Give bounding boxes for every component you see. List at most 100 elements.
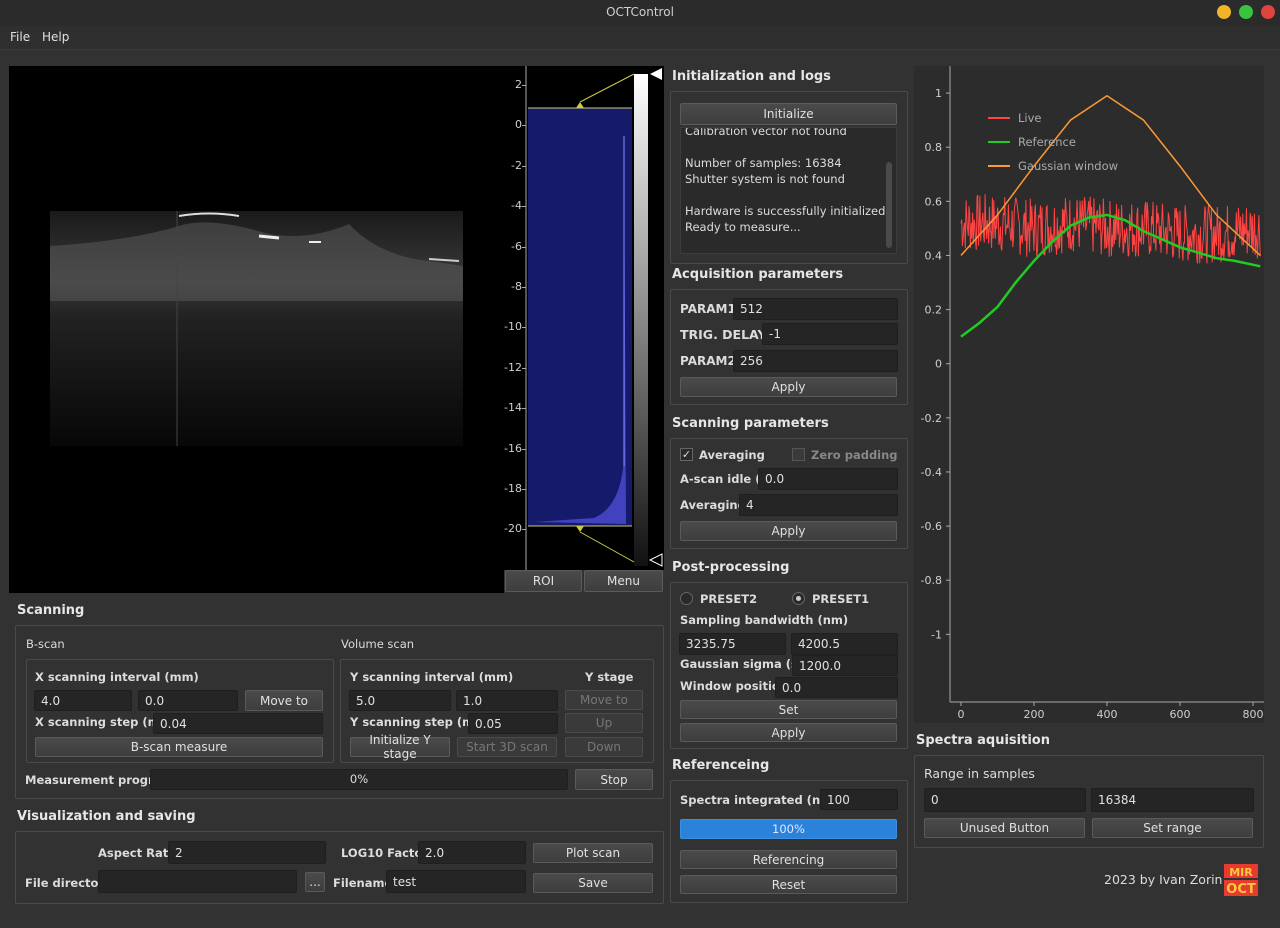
bscan-measure-button[interactable]: B-scan measure — [35, 737, 323, 757]
histogram-tick-label: -14 — [504, 401, 522, 415]
bscan-image-view[interactable] — [9, 66, 504, 593]
x-tick-label: 600 — [1170, 708, 1191, 721]
histogram-tick-mark — [522, 529, 526, 531]
range-max-input[interactable]: 16384 — [1091, 788, 1254, 812]
maximize-button[interactable] — [1239, 5, 1253, 19]
roi-button[interactable]: ROI — [505, 570, 582, 592]
histogram-tick-label: 2 — [515, 78, 522, 91]
histogram-panel[interactable]: 2 0 -2 -4 -6 -8 -10 -12 -14 -16 -18 -20 — [504, 66, 664, 570]
x-start-input[interactable]: 4.0 — [34, 690, 132, 711]
range-min-input[interactable]: 0 — [924, 788, 1086, 812]
measurement-progress-text: 0% — [349, 772, 369, 786]
preset1-radio[interactable] — [792, 592, 805, 605]
filename-input[interactable]: test — [386, 870, 526, 893]
post-set-button[interactable]: Set — [680, 700, 897, 719]
bandwidth-min-input[interactable]: 3235.75 — [679, 633, 786, 655]
histogram-tick-mark — [522, 206, 526, 208]
log-line: Number of samples: 16384 — [685, 156, 842, 170]
measurement-progress-bar: 0% — [150, 769, 568, 790]
y-step-input[interactable]: 0.05 — [468, 713, 558, 734]
log-line: Hardware is successfully initialized — [685, 204, 886, 218]
acq-apply-button[interactable]: Apply — [680, 377, 897, 397]
spectra-plot[interactable]: 1 0.8 0.6 0.4 0.2 0 -0.2 -0.4 -0.6 -0.8 -1 0 200 400 6… — [914, 66, 1264, 723]
histogram-tick-mark — [522, 408, 526, 410]
x-move-to-button[interactable]: Move to — [245, 690, 323, 711]
reset-button[interactable]: Reset — [680, 875, 897, 894]
save-button[interactable]: Save — [533, 873, 653, 893]
histogram-tick-mark — [522, 327, 526, 329]
y-start-input[interactable]: 5.0 — [349, 690, 451, 711]
param2-label: PARAM2 — [680, 354, 736, 368]
x-end-input[interactable]: 0.0 — [138, 690, 238, 711]
window-position-label: Window position — [680, 679, 789, 693]
init-y-stage-button[interactable]: Initialize Y stage — [350, 733, 450, 761]
y-tick-label: 0.2 — [925, 304, 943, 317]
histogram-tick-label: -10 — [504, 320, 522, 334]
y-tick-label: -0.6 — [921, 520, 942, 533]
file-directory-input[interactable] — [98, 870, 297, 893]
menu-bar: File Help — [0, 26, 1280, 50]
y-up-button[interactable]: Up — [565, 713, 643, 733]
param2-input[interactable]: 256 — [733, 350, 898, 372]
unused-button[interactable]: Unused Button — [924, 818, 1085, 838]
histogram-tick-mark — [522, 287, 526, 288]
minimize-button[interactable] — [1217, 5, 1231, 19]
mir-oct-logo: MIR OCT — [1224, 864, 1258, 897]
window-title: OCTControl — [606, 5, 674, 19]
histogram-tick-label: -18 — [504, 482, 522, 495]
log-text: Calibration vector not found Number of s… — [685, 128, 886, 235]
preset2-radio[interactable] — [680, 592, 693, 605]
param1-input[interactable]: 512 — [733, 298, 898, 320]
log-factor-label: LOG10 Factor — [341, 846, 428, 860]
post-title: Post-processing — [672, 560, 790, 575]
averaging-input[interactable]: 4 — [739, 494, 898, 516]
spectra-integrated-input[interactable]: 100 — [820, 789, 898, 810]
histogram-tick-mark — [522, 125, 526, 127]
menu-button[interactable]: Menu — [584, 570, 663, 592]
initialize-button[interactable]: Initialize — [680, 103, 897, 125]
bscan-image — [50, 211, 463, 446]
referencing-progress-bar: 100% — [680, 819, 897, 839]
histogram-tick-mark — [522, 489, 526, 490]
scanparams-apply-button[interactable]: Apply — [680, 521, 897, 541]
y-end-input[interactable]: 1.0 — [456, 690, 558, 711]
ascan-idle-input[interactable]: 0.0 — [758, 468, 898, 490]
referencing-button[interactable]: Referencing — [680, 850, 897, 869]
histogram-tick-mark — [522, 85, 526, 86]
aspect-input[interactable]: 2 — [168, 841, 326, 864]
plot-scan-button[interactable]: Plot scan — [533, 843, 653, 863]
bandwidth-max-input[interactable]: 4200.5 — [791, 633, 898, 655]
histogram-tick-mark — [522, 448, 526, 450]
stop-button[interactable]: Stop — [575, 769, 653, 790]
scanparams-title: Scanning parameters — [672, 416, 829, 431]
sigma-input[interactable]: 1200.0 — [792, 655, 898, 676]
menu-file[interactable]: File — [10, 30, 30, 44]
close-button[interactable] — [1261, 5, 1275, 19]
volume-title: Volume scan — [341, 637, 415, 651]
y-move-to-button[interactable]: Move to — [565, 690, 643, 710]
y-tick-label: -0.2 — [921, 412, 942, 425]
zero-padding-checkbox[interactable] — [792, 448, 805, 461]
post-apply-button[interactable]: Apply — [680, 723, 897, 742]
browse-button[interactable]: ... — [305, 872, 325, 892]
set-range-button[interactable]: Set range — [1092, 818, 1253, 838]
start-3d-scan-button[interactable]: Start 3D scan — [457, 737, 557, 757]
trig-delay-input[interactable]: -1 — [762, 323, 898, 345]
y-tick-label: 0.4 — [925, 249, 943, 262]
log-factor-input[interactable]: 2.0 — [418, 841, 526, 864]
x-step-input[interactable]: 0.04 — [153, 713, 323, 734]
spectra-title: Spectra aquisition — [916, 733, 1050, 748]
histogram-tick-label: -8 — [511, 280, 522, 293]
log-scrollbar[interactable] — [886, 162, 892, 248]
histogram-tick-mark — [522, 165, 526, 167]
y-down-button[interactable]: Down — [565, 737, 643, 757]
credit-text: 2023 by Ivan Zorin — [1104, 872, 1223, 887]
y-tick-label: -0.8 — [921, 574, 942, 587]
log-view[interactable]: Calibration vector not found Number of s… — [680, 127, 897, 254]
averaging-checkbox[interactable]: ✓ — [680, 448, 693, 461]
window-position-input[interactable]: 0.0 — [775, 677, 898, 698]
preset1-label: PRESET1 — [812, 592, 870, 606]
menu-help[interactable]: Help — [42, 30, 69, 44]
y-tick-label: 0.8 — [925, 141, 943, 154]
